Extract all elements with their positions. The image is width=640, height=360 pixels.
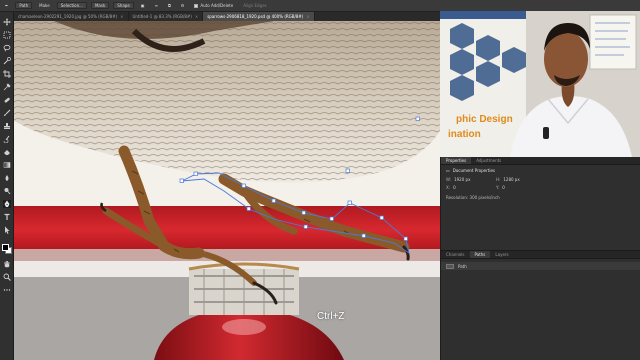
history-brush-tool-icon[interactable] — [3, 135, 11, 143]
pen-tool-preset-icon[interactable]: ✒ — [0, 3, 13, 8]
make-label: Make — [39, 3, 50, 8]
size-row: W: 1920 px H: 1280 px — [441, 175, 640, 183]
pen-tool-icon[interactable] — [3, 200, 11, 208]
lapel-microphone — [543, 127, 549, 139]
paths-panel: Channels Paths Layers Path — [441, 250, 640, 360]
y-field[interactable]: Y: 0 — [496, 185, 536, 190]
checkbox-icon — [194, 4, 199, 8]
crop-tool-icon[interactable] — [3, 70, 11, 78]
hand-tool-icon[interactable] — [3, 260, 11, 268]
x-field[interactable]: X: 0 — [446, 185, 486, 190]
x-value: 0 — [453, 184, 456, 190]
x-label: X: — [446, 184, 451, 190]
lasso-tool-icon[interactable] — [3, 44, 11, 52]
poster-banner-line1: phic Design — [456, 114, 513, 125]
quick-selection-tool-icon[interactable] — [3, 57, 11, 65]
zoom-tool-icon[interactable] — [3, 273, 11, 281]
width-value: 1920 px — [454, 176, 471, 182]
doc-tab-chamaeleon[interactable]: chamaeleon-2902291_1920.jpg @ 50% (RGB/8… — [14, 12, 129, 21]
width-label: W: — [446, 176, 452, 182]
document-canvas[interactable]: Ctrl+Z — [14, 21, 440, 360]
path-list-item[interactable]: Path — [441, 262, 640, 270]
path-arrangement-icon[interactable]: ⧉ — [163, 3, 176, 8]
height-value: 1280 px — [503, 176, 520, 182]
type-tool-icon[interactable] — [3, 213, 11, 221]
foreground-color-swatch[interactable] — [2, 244, 9, 251]
document-icon: ▭ — [446, 167, 450, 173]
marquee-tool-icon[interactable] — [3, 31, 11, 39]
path-thumbnail — [446, 263, 454, 269]
align-edges-label: Align Edges — [243, 3, 267, 8]
path-operations-icon[interactable]: ▣ — [136, 3, 150, 8]
height-label: H: — [496, 176, 501, 182]
path-mode-dropdown[interactable]: Path — [15, 2, 33, 9]
tab-layers[interactable]: Layers — [490, 251, 513, 258]
width-field[interactable]: W: 1920 px — [446, 177, 486, 182]
right-panel-dock: Properties Adjustments ▭ Document Proper… — [440, 157, 640, 360]
doc-tab-label: sparrows-2906818_1920.psd @ 400% (RGB/8#… — [207, 14, 304, 19]
properties-title: Document Properties — [452, 167, 495, 173]
paths-panel-tabs: Channels Paths Layers — [441, 251, 640, 259]
presenter-webcam: phic Design ination — [440, 11, 640, 157]
y-label: Y: — [496, 184, 500, 190]
doc-tab-label: Untitled-1 @ 83.3% (RGB/8#) — [132, 14, 192, 19]
tab-properties[interactable]: Properties — [441, 157, 472, 164]
height-field[interactable]: H: 1280 px — [496, 177, 536, 182]
gradient-tool-icon[interactable] — [3, 161, 11, 169]
tab-adjustments[interactable]: Adjustments — [471, 157, 506, 164]
doc-tab-label: chamaeleon-2902291_1920.jpg @ 50% (RGB/8… — [18, 14, 118, 19]
tab-channels[interactable]: Channels — [441, 251, 470, 258]
healing-brush-tool-icon[interactable] — [3, 96, 11, 104]
blur-tool-icon[interactable] — [3, 174, 11, 182]
eraser-tool-icon[interactable] — [3, 148, 11, 156]
make-shape-button[interactable]: Shape — [113, 2, 134, 9]
doc-tab-untitled[interactable]: Untitled-1 @ 83.3% (RGB/8#) × — [129, 12, 204, 21]
dodge-tool-icon[interactable] — [3, 187, 11, 195]
path-selection-tool-icon[interactable] — [3, 226, 11, 234]
close-icon[interactable]: × — [195, 12, 198, 21]
properties-panel-tabs: Properties Adjustments — [441, 157, 640, 165]
clone-stamp-tool-icon[interactable] — [3, 122, 11, 130]
shortcut-overlay-text: Ctrl+Z — [317, 311, 345, 322]
properties-heading: ▭ Document Properties — [441, 165, 640, 175]
make-mask-button[interactable]: Mask — [90, 2, 110, 9]
auto-add-delete-label: Auto Add/Delete — [200, 3, 234, 8]
move-tool-icon[interactable] — [3, 18, 11, 26]
doc-tab-sparrows[interactable]: sparrows-2906818_1920.psd @ 400% (RGB/8#… — [203, 12, 315, 21]
tab-paths[interactable]: Paths — [469, 251, 491, 258]
tools-panel — [0, 12, 14, 360]
resolution-text: Resolution: 300 pixels/inch — [446, 195, 500, 200]
position-row: X: 0 Y: 0 — [441, 183, 640, 191]
y-value: 0 — [502, 184, 505, 190]
ornament-highlight — [222, 319, 266, 335]
auto-add-delete-checkbox[interactable]: Auto Add/Delete — [189, 3, 238, 8]
poster-banner-line2: ination — [448, 129, 481, 140]
align-edges-checkbox[interactable]: Align Edges — [238, 3, 271, 8]
more-tools-icon[interactable] — [3, 286, 11, 294]
settings-gear-icon[interactable]: ⚙ — [176, 3, 190, 8]
path-alignment-icon[interactable]: ≡ — [150, 3, 163, 8]
canvas-image[interactable] — [14, 21, 440, 360]
make-selection-button[interactable]: Selection... — [56, 2, 87, 9]
close-icon[interactable]: × — [120, 12, 123, 21]
close-icon[interactable]: × — [306, 12, 309, 21]
document-tab-bar: chamaeleon-2902291_1920.jpg @ 50% (RGB/8… — [14, 12, 440, 21]
eyedropper-tool-icon[interactable] — [3, 83, 11, 91]
path-item-label: Path — [458, 263, 467, 269]
red-ribbon-band — [14, 206, 440, 254]
brush-tool-icon[interactable] — [3, 109, 11, 117]
